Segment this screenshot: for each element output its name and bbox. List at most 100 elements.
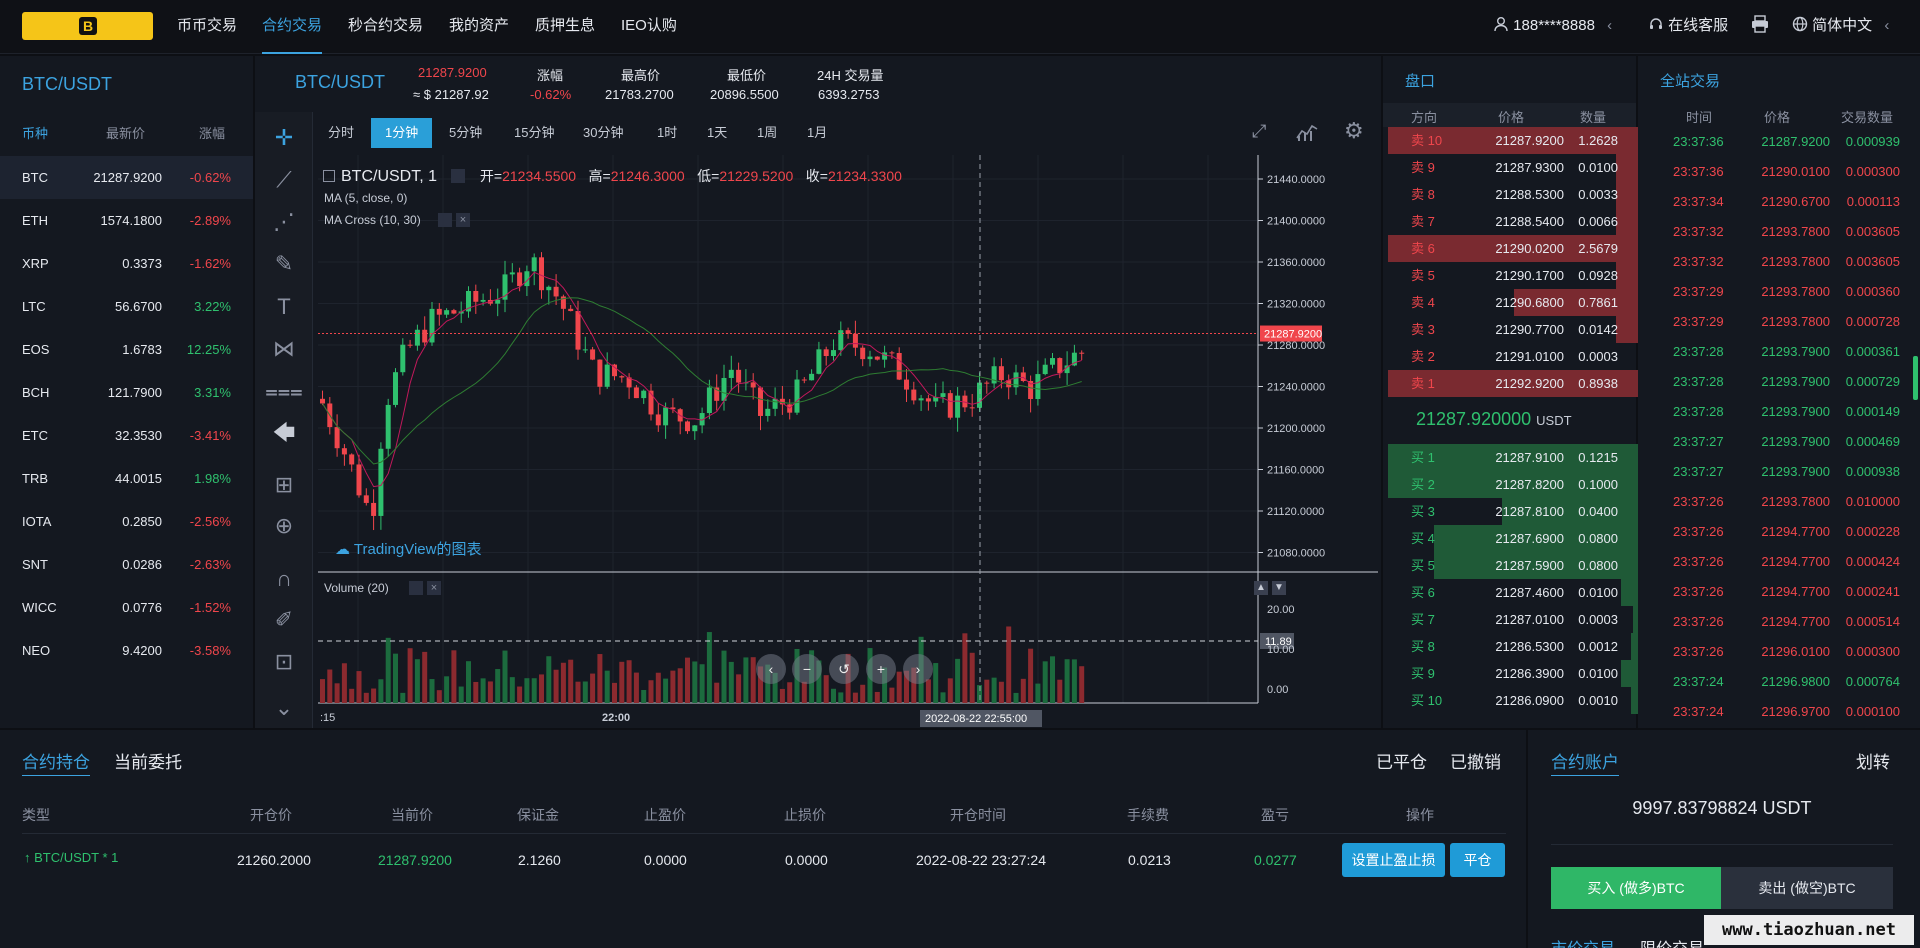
nav-second-contract[interactable]: 秒合约交易 (348, 0, 423, 54)
tab-closed[interactable]: 已平仓 (1376, 748, 1427, 773)
timeframe-2[interactable]: 5分钟 (435, 118, 496, 148)
tab-limit-order[interactable]: 限价交易 (1640, 935, 1704, 948)
scroll-left-icon[interactable]: ‹ (756, 654, 786, 684)
buy-long-button[interactable]: 买入 (做多)BTC (1551, 867, 1721, 909)
close-position-button[interactable]: 平仓 (1450, 843, 1505, 877)
crosshair-tool-icon[interactable]: ✛ (262, 119, 306, 157)
market-row[interactable]: ETC 32.3530 -3.41% (0, 414, 253, 457)
market-row[interactable]: LTC 56.6700 3.22% (0, 285, 253, 328)
tab-cancelled[interactable]: 已撤销 (1450, 748, 1501, 773)
timeframe-8[interactable]: 1月 (793, 118, 841, 148)
timeframe-6[interactable]: 1天 (693, 118, 741, 148)
trend-line-tool-icon[interactable]: ⟋ (262, 161, 306, 199)
bid-row[interactable]: 买 2 21287.8200 0.1000 (1383, 471, 1641, 498)
nav-contract-trading[interactable]: 合约交易 (262, 0, 323, 54)
reset-zoom-icon[interactable]: ↺ (829, 654, 859, 684)
ask-row[interactable]: 卖 9 21287.9300 0.0100 (1383, 154, 1641, 181)
ask-row[interactable]: 卖 4 21290.6800 0.7861 (1383, 289, 1641, 316)
market-row[interactable]: EOS 1.6783 12.25% (0, 328, 253, 371)
ma-cross-settings-icon[interactable] (438, 213, 452, 227)
language-selector[interactable]: 简体中文 ‹ (1792, 0, 1889, 54)
bid-row[interactable]: 买 10 21286.0900 0.0010 (1383, 687, 1641, 714)
transfer-link[interactable]: 划转 (1856, 748, 1890, 773)
arrow-left-icon[interactable]: 🡄 (262, 414, 306, 452)
tab-current-orders[interactable]: 当前委托 (114, 748, 182, 773)
trade-price: 21287.9200 (1761, 134, 1830, 149)
ask-row[interactable]: 卖 1 21292.9200 0.8938 (1383, 370, 1641, 397)
zoom-out-icon[interactable]: − (792, 654, 822, 684)
measure-tool-icon[interactable]: ⊞ (262, 466, 306, 504)
market-row[interactable]: WICC 0.0776 -1.52% (0, 586, 253, 629)
timeframe-0[interactable]: 分时 (314, 118, 368, 148)
market-row[interactable]: IOTA 0.2850 -2.56% (0, 500, 253, 543)
ask-row[interactable]: 卖 10 21287.9200 1.2628 (1383, 127, 1641, 154)
gear-icon[interactable]: ⚙ (1344, 118, 1364, 144)
trade-price: 21290.0100 (1761, 164, 1830, 179)
ask-row[interactable]: 卖 6 21290.0200 2.5679 (1383, 235, 1641, 262)
price-chart[interactable]: 21440.0000 21400.0000 21360.0000 21320.0000… (318, 155, 1378, 728)
tab-positions[interactable]: 合约持仓 (22, 748, 90, 776)
market-row[interactable]: BCH 121.7900 3.31% (0, 371, 253, 414)
ask-row[interactable]: 卖 2 21291.0100 0.0003 (1383, 343, 1641, 370)
timeframe-5[interactable]: 1时 (643, 118, 691, 148)
scroll-right-icon[interactable]: › (903, 654, 933, 684)
zoom-in-icon[interactable]: ⊕ (262, 507, 306, 545)
support-link[interactable]: 在线客服 (1648, 0, 1728, 54)
volume-settings-icon[interactable] (409, 581, 423, 595)
trades-scrollbar[interactable] (1913, 356, 1918, 400)
timeframe-4[interactable]: 30分钟 (569, 118, 637, 148)
magnet-icon[interactable]: ∩ (262, 560, 306, 598)
bid-row[interactable]: 买 4 21287.6900 0.0800 (1383, 525, 1641, 552)
settings-small-icon[interactable] (451, 169, 466, 183)
nav-staking[interactable]: 质押生息 (535, 0, 595, 54)
candle-body (911, 389, 917, 401)
ask-row[interactable]: 卖 3 21290.7700 0.0142 (1383, 316, 1641, 343)
download-app-button[interactable] (1751, 0, 1769, 54)
chevron-down-icon[interactable]: ⌄ (262, 689, 306, 727)
indicators-icon[interactable] (1296, 122, 1318, 142)
brush-tool-icon[interactable]: ✎ (262, 245, 306, 283)
logo[interactable]: B (22, 12, 153, 40)
timeframe-3[interactable]: 15分钟 (500, 118, 568, 148)
ask-row[interactable]: 卖 7 21288.5400 0.0066 (1383, 208, 1641, 235)
bid-row[interactable]: 买 3 21287.8100 0.0400 (1383, 498, 1641, 525)
user-menu[interactable]: 188****8888 ‹ (1493, 0, 1612, 54)
bid-row[interactable]: 买 9 21286.3900 0.0100 (1383, 660, 1641, 687)
pane-down-icon[interactable]: ▼ (1272, 581, 1286, 595)
bid-row[interactable]: 买 6 21287.4600 0.0100 (1383, 579, 1641, 606)
collapse-legend-icon[interactable] (323, 170, 335, 182)
ask-row[interactable]: 卖 8 21288.5300 0.0033 (1383, 181, 1641, 208)
nav-my-assets[interactable]: 我的资产 (449, 0, 509, 54)
timeframe-7[interactable]: 1周 (743, 118, 791, 148)
market-row[interactable]: SNT 0.0286 -2.63% (0, 543, 253, 586)
pattern-tool-icon[interactable]: ⋈ (262, 330, 306, 368)
market-row[interactable]: TRB 44.0015 1.98% (0, 457, 253, 500)
bid-row[interactable]: 买 5 21287.5900 0.0800 (1383, 552, 1641, 579)
fib-tool-icon[interactable]: ⋰ (262, 203, 306, 241)
market-row[interactable]: BTC 21287.9200 -0.62% (0, 156, 253, 199)
market-row[interactable]: ETH 1574.1800 -2.89% (0, 199, 253, 242)
pane-up-icon[interactable]: ▲ (1254, 581, 1268, 595)
zoom-in-bubble-icon[interactable]: + (866, 654, 896, 684)
ruler-tool-icon[interactable]: ⩶ (262, 372, 306, 410)
fullscreen-icon[interactable]: ⤢ (1252, 121, 1266, 142)
volume-close-icon[interactable]: × (427, 581, 441, 595)
market-row[interactable]: NEO 9.4200 -3.58% (0, 629, 253, 672)
ask-row[interactable]: 卖 5 21290.1700 0.0928 (1383, 262, 1641, 289)
bid-row[interactable]: 买 1 21287.9100 0.1215 (1383, 444, 1641, 471)
bid-row[interactable]: 买 7 21287.0100 0.0003 (1383, 606, 1641, 633)
timeframe-1[interactable]: 1分钟 (371, 118, 433, 148)
ma-cross-close-icon[interactable]: × (456, 213, 470, 227)
bid-row[interactable]: 买 8 21286.5300 0.0012 (1383, 633, 1641, 660)
sell-short-button[interactable]: 卖出 (做空)BTC (1721, 867, 1893, 909)
market-row[interactable]: XRP 0.3373 -1.62% (0, 242, 253, 285)
lock-drawing-icon[interactable]: ✐ (262, 601, 306, 639)
tab-market-order[interactable]: 市价交易 (1551, 935, 1615, 948)
lock-icon[interactable]: ⊡ (262, 643, 306, 681)
chart-symbol: BTC/USDT, 1 (341, 168, 438, 185)
set-tp-sl-button[interactable]: 设置止盈止损 (1342, 843, 1445, 877)
nav-ieo[interactable]: IEO认购 (621, 0, 677, 54)
nav-spot-trading[interactable]: 币币交易 (177, 0, 237, 54)
text-tool-icon[interactable]: T (262, 288, 306, 326)
price-tick-label: 21320.0000 (1267, 299, 1325, 311)
